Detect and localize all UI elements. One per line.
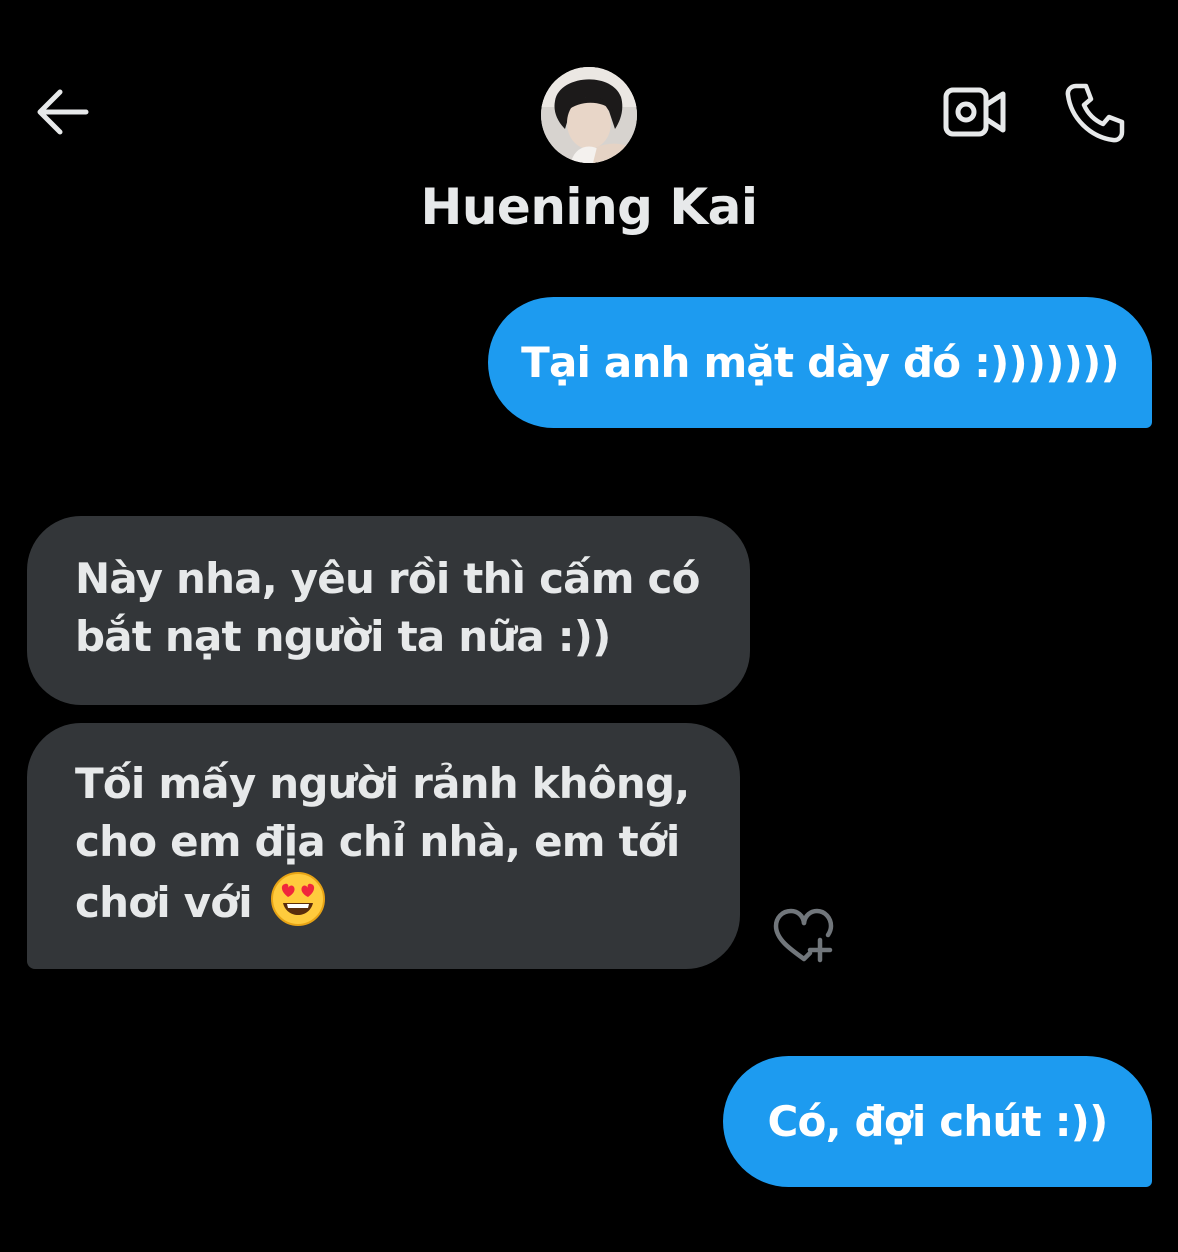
message-line: chơi với [75, 878, 253, 927]
message-line: bắt nạt người ta nữa :)) [75, 612, 611, 661]
video-camera-icon [943, 87, 1006, 137]
message-line: cho em địa chỉ nhà, em tới [75, 817, 680, 866]
heart-eyes-emoji-icon [270, 872, 325, 926]
message-incoming[interactable]: Tối mấy người rảnh không, cho em địa chỉ… [27, 723, 740, 969]
message-line: Tối mấy người rảnh không, [75, 759, 690, 808]
message-line: Này nha, yêu rồi thì cấm có [75, 554, 700, 603]
contact-name[interactable]: Huening Kai [0, 178, 1178, 236]
message-text: Có, đợi chút :)) [767, 1096, 1109, 1146]
message-outgoing[interactable]: Tại anh mặt dày đó :))))))) [488, 297, 1152, 428]
video-call-button[interactable] [930, 72, 1020, 152]
message-incoming[interactable]: Này nha, yêu rồi thì cấm có bắt nạt ngườ… [27, 516, 750, 705]
avatar[interactable] [541, 67, 637, 163]
arrow-left-icon [37, 89, 89, 135]
message-outgoing[interactable]: Có, đợi chút :)) [723, 1056, 1152, 1187]
message-text: Tại anh mặt dày đó :))))))) [521, 337, 1120, 387]
phone-icon [1065, 83, 1125, 143]
back-button[interactable] [22, 74, 102, 150]
heart-plus-icon [773, 908, 834, 963]
voice-call-button[interactable] [1050, 70, 1140, 156]
profile-photo [541, 67, 637, 163]
add-reaction-button[interactable] [764, 902, 838, 968]
